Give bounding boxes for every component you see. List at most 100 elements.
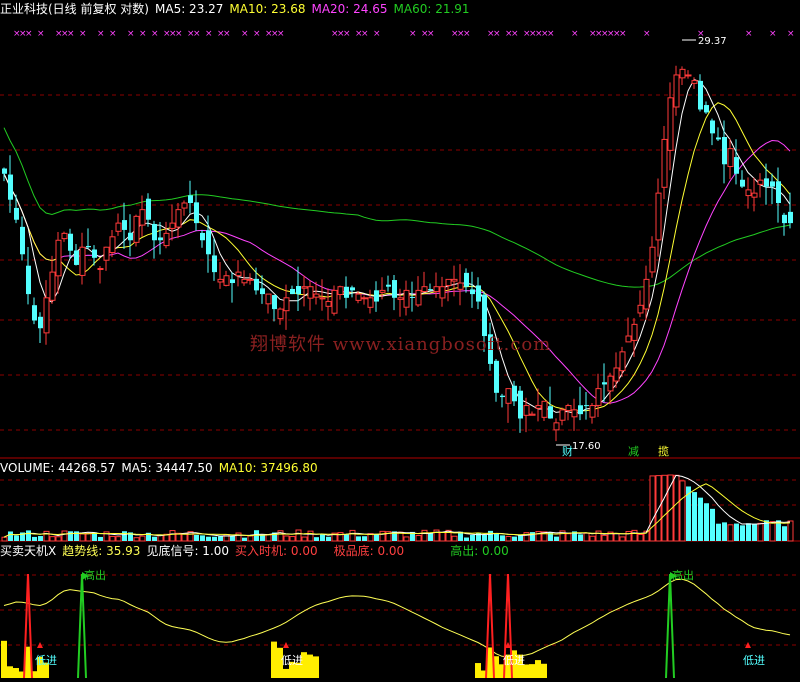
candle-body: [439, 286, 446, 299]
candle-body: [529, 413, 536, 416]
candle-body: [74, 250, 79, 265]
ma60-readout: MA60: 21.91: [393, 2, 470, 16]
volume-bar: [757, 522, 764, 542]
candle-body: [355, 293, 362, 301]
trend-readout: 趋势线: 35.93: [62, 544, 141, 558]
bottom-signal-bar: [475, 663, 481, 678]
candle-body: [523, 405, 530, 416]
signal-x-mark: ×: [547, 29, 555, 39]
volume-bar: [200, 535, 205, 541]
candle-body: [494, 360, 499, 393]
volume-bar: [500, 535, 505, 541]
volume-readout: VOLUME: 44268.57: [0, 461, 116, 475]
candle-body: [181, 202, 188, 209]
candle-body: [367, 297, 374, 308]
volume-bar: [722, 522, 727, 541]
candle-body: [2, 168, 7, 174]
volume-bar: [79, 533, 86, 542]
volume-bar: [530, 532, 535, 541]
signal-x-mark: ×: [643, 29, 651, 39]
high-price-label: 29.37: [698, 36, 727, 47]
candle-body: [734, 157, 739, 174]
candle-body: [175, 209, 182, 228]
volume-bar: [716, 523, 721, 541]
volume-bar: [379, 530, 386, 542]
candle-body: [254, 278, 259, 291]
candle-body: [296, 286, 301, 295]
volume-bar: [439, 531, 446, 542]
volume-bar: [247, 535, 254, 542]
bottom-signal-bar: [283, 668, 289, 678]
candle-body: [235, 271, 242, 277]
volume-bar: [109, 535, 116, 542]
candle-body: [716, 137, 721, 140]
signal-x-mark: ×: [25, 29, 33, 39]
volume-bar: [482, 535, 487, 541]
candle-body: [565, 405, 572, 411]
candle-body: [782, 214, 787, 224]
candle-body: [247, 278, 254, 281]
volume-bar: [283, 535, 290, 542]
volume-bar: [518, 535, 523, 541]
candle-body: [445, 278, 452, 287]
candle-body: [505, 388, 512, 404]
ma5-readout: MA5: 23.27: [155, 2, 224, 16]
candle-body: [38, 316, 43, 329]
candle-body: [428, 289, 433, 291]
candle-body: [169, 222, 176, 229]
signal-x-mark: ×: [151, 29, 159, 39]
volume-bar: [139, 535, 146, 542]
candle-body: [374, 290, 379, 302]
signal-x-mark: ×: [193, 29, 201, 39]
signal-x-mark: ×: [175, 29, 183, 39]
signal-x-mark: ×: [511, 29, 519, 39]
candle-body: [212, 255, 217, 273]
signal-x-mark: ×: [787, 29, 795, 39]
candle-body: [49, 271, 56, 301]
high-out-label: 高出: [672, 568, 694, 582]
candle-body: [337, 286, 344, 296]
candle-body: [421, 286, 428, 292]
volume-bar: [505, 535, 512, 542]
candle-body: [386, 284, 391, 287]
signal-x-mark: ×: [109, 29, 117, 39]
signal-x-mark: ×: [127, 29, 135, 39]
volume-bar: [673, 474, 680, 542]
volume-bar: [752, 523, 757, 541]
volume-bar: [356, 536, 361, 541]
volume-bar: [710, 508, 715, 541]
signal-x-mark: ×: [373, 29, 381, 39]
candle-body: [673, 74, 680, 108]
volume-bar: [470, 534, 475, 541]
candle-body: [61, 232, 68, 240]
candle-body: [313, 293, 320, 298]
candle-body: [8, 174, 13, 200]
candle-body: [637, 304, 644, 314]
volume-bar: [595, 530, 602, 542]
candle-body: [283, 297, 290, 312]
candle-body: [344, 286, 349, 298]
signal-x-mark: ×: [139, 29, 147, 39]
signal-x-mark: ×: [97, 29, 105, 39]
volume-bar: [98, 536, 103, 541]
bottom-signal-bar: [529, 664, 535, 678]
bottom-signal-bar: [13, 668, 19, 678]
candle-body: [223, 275, 230, 286]
candle-body: [625, 335, 632, 343]
volume-bar: [115, 536, 122, 542]
candle-body: [14, 207, 19, 220]
candle-body: [643, 278, 650, 310]
candle-body: [548, 406, 553, 419]
volume-bar: [295, 529, 302, 542]
volume-bar: [692, 492, 697, 541]
volume-bar: [344, 534, 349, 541]
signal-x-mark: ×: [343, 29, 351, 39]
bottom-signal-bar: [313, 656, 319, 678]
stock-title: 正业科技(日线 前复权 对数): [0, 2, 149, 16]
volume-ma5-readout: MA5: 34447.50: [121, 461, 213, 475]
volume-bar: [32, 536, 37, 541]
candle-body: [559, 409, 566, 421]
candle-body: [584, 405, 589, 407]
signal-x-mark: ×: [745, 29, 753, 39]
volume-bar: [362, 536, 367, 541]
